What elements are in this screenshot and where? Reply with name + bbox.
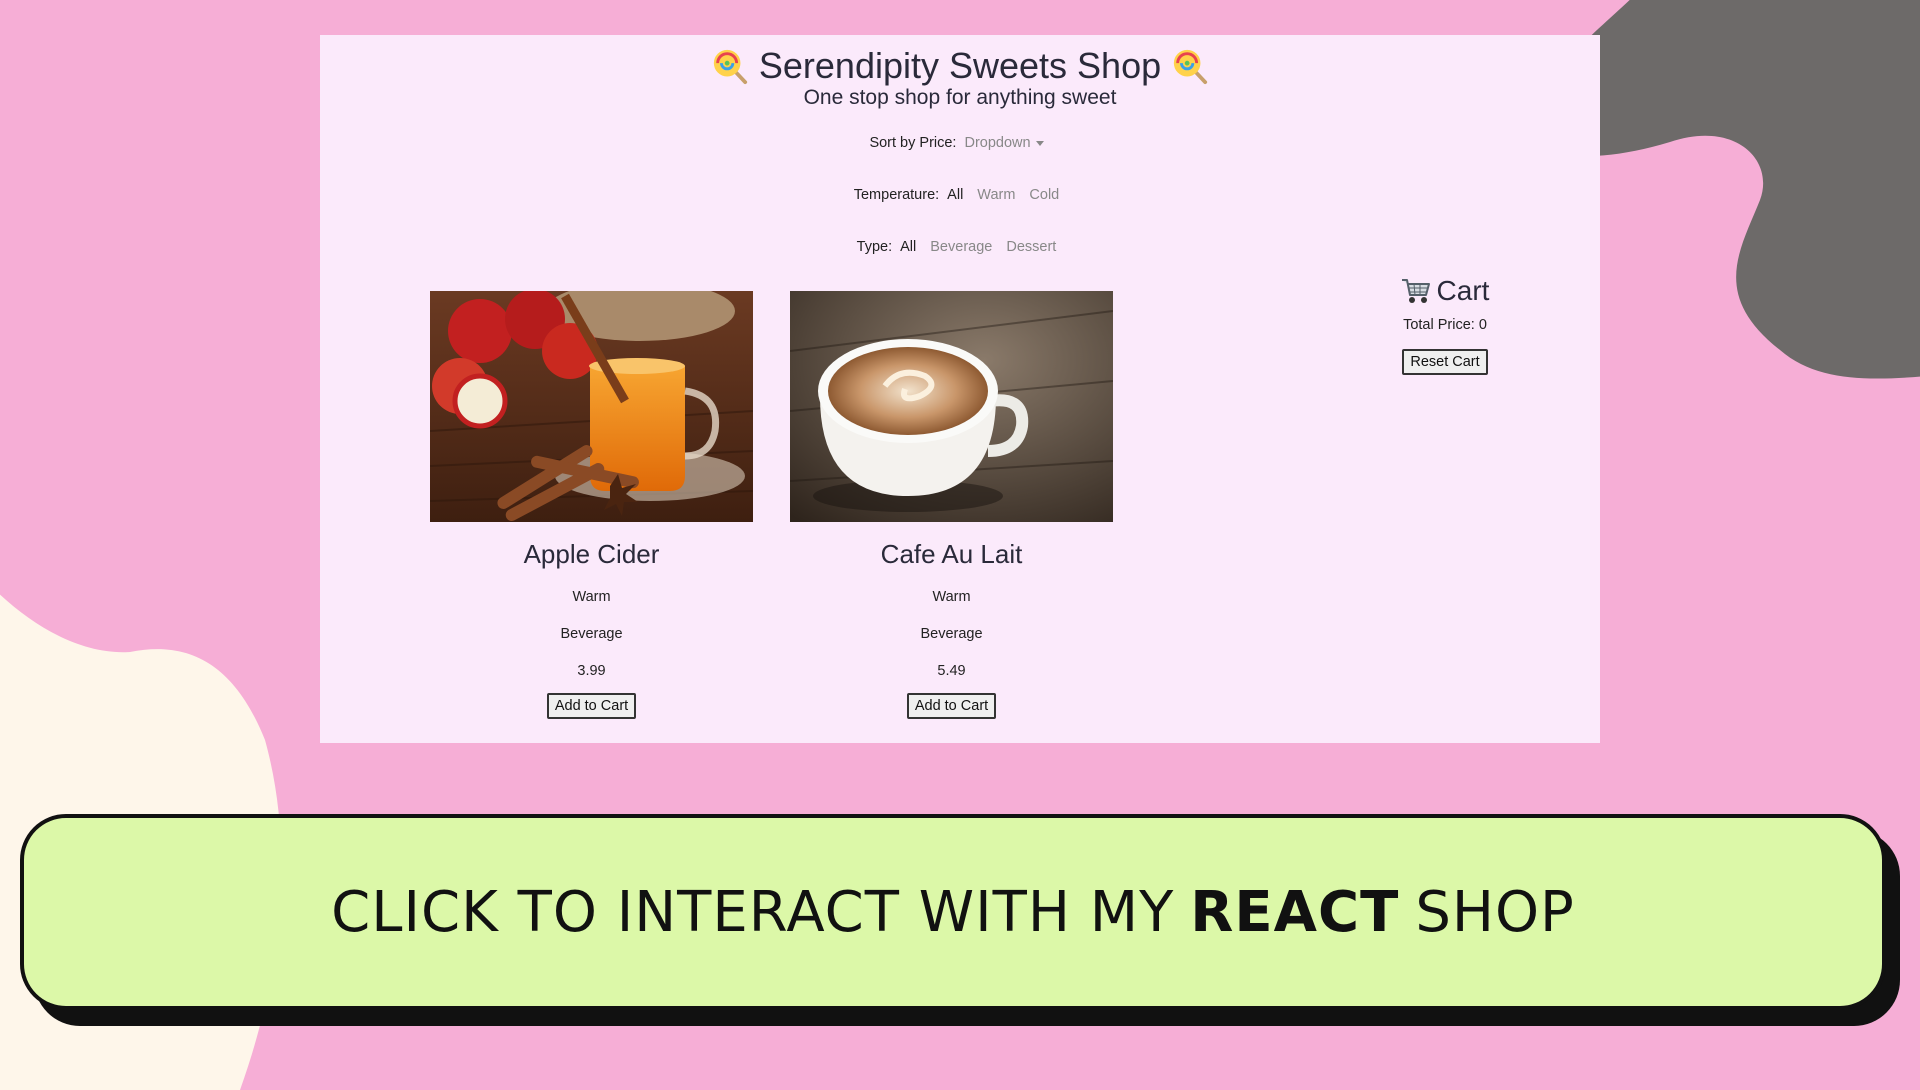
cta-text-prefix: CLICK TO INTERACT WITH MY <box>331 879 1175 945</box>
product-name: Cafe Au Lait <box>880 539 1023 569</box>
type-option-all[interactable]: All <box>900 239 916 255</box>
temperature-option-cold[interactable]: Cold <box>1029 187 1059 203</box>
shop-title-text: Serendipity Sweets Shop <box>758 45 1162 86</box>
lollipop-icon <box>1173 49 1208 85</box>
cart-panel: Cart Total Price: 0 Reset Cart <box>1345 271 1545 375</box>
add-to-cart-button[interactable]: Add to Cart <box>906 693 997 719</box>
caret-down-icon <box>1035 140 1044 146</box>
type-filter-row: Type: All Beverage Dessert <box>320 239 1600 255</box>
sort-dropdown[interactable]: Dropdown <box>964 135 1044 151</box>
product-card-cafe-au-lait: Cafe Au Lait Warm Beverage 5.49 Add to C… <box>790 291 1113 719</box>
temperature-label: Temperature: <box>853 187 940 203</box>
reset-cart-button[interactable]: Reset Cart <box>1402 349 1488 375</box>
product-type: Beverage <box>920 626 983 642</box>
interact-cta-button[interactable]: CLICK TO INTERACT WITH MY REACT SHOP <box>20 814 1886 1010</box>
sort-dropdown-label: Dropdown <box>964 135 1031 151</box>
sort-label: Sort by Price: <box>869 135 957 151</box>
product-card-apple-cider: Apple Cider Warm Beverage 3.99 Add to Ca… <box>430 291 753 719</box>
product-type: Beverage <box>560 626 623 642</box>
temperature-filter-row: Temperature: All Warm Cold <box>320 187 1600 203</box>
product-price: 3.99 <box>577 663 606 679</box>
cart-title-text: Cart <box>1436 275 1490 306</box>
shop-title: Serendipity Sweets Shop <box>320 45 1600 87</box>
cafe-au-lait-photo <box>790 291 1113 522</box>
temperature-option-all[interactable]: All <box>947 187 963 203</box>
cart-total-price: Total Price: 0 <box>1403 317 1487 333</box>
shopping-cart-icon <box>1401 279 1430 303</box>
temperature-option-warm[interactable]: Warm <box>977 187 1015 203</box>
shop-panel: Serendipity Sweets Shop One stop shop fo… <box>320 35 1600 743</box>
product-temperature: Warm <box>572 589 611 605</box>
cart-title: Cart <box>1345 271 1545 311</box>
type-option-beverage[interactable]: Beverage <box>930 239 992 255</box>
shop-subtitle: One stop shop for anything sweet <box>803 86 1117 109</box>
apple-cider-photo <box>430 291 753 522</box>
product-name: Apple Cider <box>523 539 660 569</box>
type-option-dessert[interactable]: Dessert <box>1006 239 1056 255</box>
cta-text-bold: REACT <box>1190 879 1400 945</box>
type-label: Type: <box>856 239 893 255</box>
product-price: 5.49 <box>937 663 966 679</box>
cta-text-suffix: SHOP <box>1415 879 1575 945</box>
add-to-cart-button[interactable]: Add to Cart <box>546 693 637 719</box>
sort-by-price-row: Sort by Price: Dropdown <box>320 135 1600 151</box>
lollipop-icon <box>713 49 747 85</box>
product-temperature: Warm <box>932 589 971 605</box>
